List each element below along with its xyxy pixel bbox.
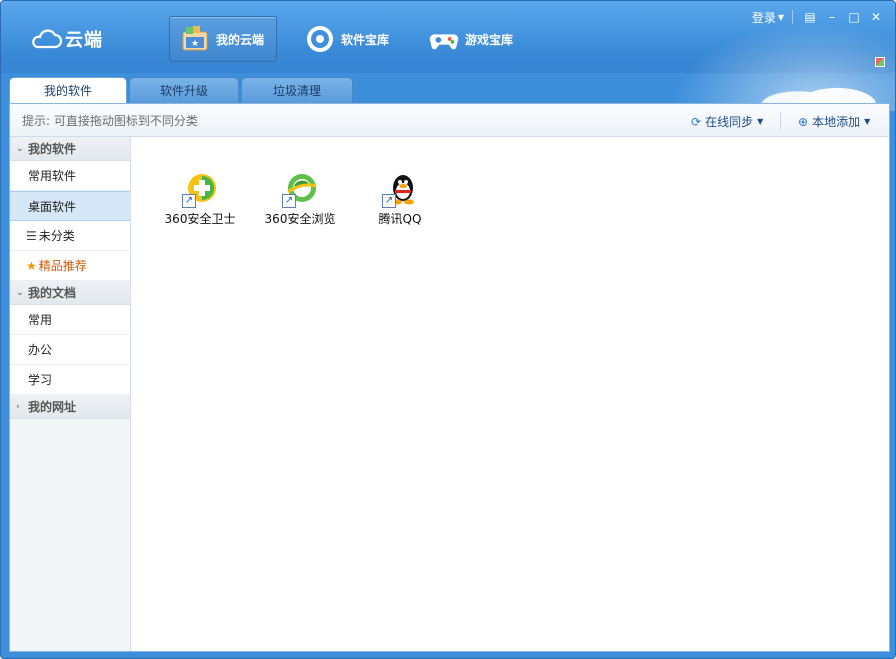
sidebar-item-uncategorized[interactable]: ☰ 未分类: [10, 221, 130, 251]
360-browser-icon: ↗: [282, 172, 318, 208]
app-label: 360安全浏览: [264, 212, 336, 226]
nav-software-library[interactable]: 软件宝库: [295, 16, 401, 62]
toolbar-divider: [780, 112, 781, 130]
app-360-safe[interactable]: ↗ 360安全卫士: [150, 172, 250, 227]
app-label: 360安全卫士: [164, 212, 236, 226]
360-safe-icon: ↗: [182, 172, 218, 208]
menu-icon[interactable]: ▤: [799, 8, 821, 26]
sidebar-item-common-software[interactable]: 常用软件: [10, 161, 130, 191]
login-link[interactable]: 登录: [752, 9, 776, 26]
chevron-down-icon: ⌄: [16, 143, 24, 154]
group-my-software[interactable]: ⌄ 我的软件: [10, 137, 130, 161]
sidebar-item-study[interactable]: 学习: [10, 365, 130, 395]
shortcut-arrow-icon: ↗: [282, 194, 296, 208]
tab-bar: 我的软件 软件升级 垃圾清理: [9, 77, 355, 103]
sidebar-item-common[interactable]: 常用: [10, 305, 130, 335]
local-add-label: 本地添加: [812, 115, 861, 129]
tab-my-software[interactable]: 我的软件: [9, 77, 127, 103]
maximize-icon[interactable]: □: [843, 8, 865, 26]
list-icon: ☰: [26, 228, 37, 243]
app-tencent-qq[interactable]: ↗ 腾讯QQ: [350, 172, 450, 227]
group-my-urls[interactable]: › 我的网址: [10, 395, 130, 419]
app-label: 腾讯QQ: [378, 212, 422, 226]
sidebar-item-label: 未分类: [38, 229, 75, 243]
system-bar: 登录 ▼ ▤ – □ ✕: [752, 7, 887, 27]
group-title: 我的网址: [28, 400, 77, 414]
chevron-down-icon: ▼: [757, 117, 764, 126]
main-nav: ★ 我的云端 软件宝库 游戏宝库: [169, 16, 543, 62]
local-add-button[interactable]: ⊕ 本地添加 ▼: [798, 113, 870, 130]
nav-software-library-label: 软件宝库: [341, 32, 390, 47]
sidebar-item-desktop-software[interactable]: 桌面软件: [10, 191, 130, 221]
software-library-icon: [305, 24, 335, 54]
group-my-documents[interactable]: ⌄ 我的文档: [10, 281, 130, 305]
app-icon-grid: ↗ 360安全卫士 ↗ 360安全浏览 ↗ 腾讯QQ: [150, 172, 450, 227]
my-cloud-icon: ★: [180, 24, 210, 54]
app-360-browser[interactable]: ↗ 360安全浏览: [250, 172, 350, 227]
tab-software-upgrade[interactable]: 软件升级: [129, 77, 239, 103]
skin-icon[interactable]: [875, 57, 885, 67]
chevron-right-icon: ›: [16, 401, 20, 412]
category-sidebar: ⌄ 我的软件 常用软件 桌面软件 ☰ 未分类 ★ 精品推荐 ⌄ 我的文档 常用 …: [10, 137, 131, 651]
minimize-icon[interactable]: –: [821, 8, 843, 26]
sidebar-item-office[interactable]: 办公: [10, 335, 130, 365]
group-title: 我的软件: [28, 142, 77, 156]
chevron-down-icon: ⌄: [16, 287, 24, 298]
gamepad-icon: [429, 24, 459, 54]
login-dropdown-icon[interactable]: ▼: [778, 13, 784, 22]
sidebar-item-featured[interactable]: ★ 精品推荐: [10, 251, 130, 281]
sidebar-item-label: 桌面软件: [28, 199, 77, 214]
header-bar: 云端 ★ 我的云端 软件宝库 游戏宝库 登录 ▼ ▤ – □ ✕: [1, 1, 895, 111]
logo-text: 云端: [65, 30, 103, 51]
online-sync-button[interactable]: ⟳ 在线同步 ▼: [691, 113, 763, 130]
star-icon: ★: [26, 258, 37, 273]
chevron-down-icon: ▼: [864, 117, 871, 126]
nav-game-library-label: 游戏宝库: [465, 32, 514, 47]
content-frame: 提示: 可直接拖动图标到不同分类 ⟳ 在线同步 ▼ ⊕ 本地添加 ▼ ⌄ 我的软…: [9, 103, 890, 652]
svg-text:★: ★: [191, 39, 199, 49]
shortcut-arrow-icon: ↗: [382, 194, 396, 208]
cloud-logo-icon: [32, 29, 63, 49]
group-title: 我的文档: [28, 286, 77, 300]
shortcut-arrow-icon: ↗: [182, 194, 196, 208]
cloud-decoration: [759, 71, 889, 105]
online-sync-label: 在线同步: [705, 115, 754, 129]
sysbar-divider: [792, 10, 793, 24]
hint-bar: 提示: 可直接拖动图标到不同分类 ⟳ 在线同步 ▼ ⊕ 本地添加 ▼: [10, 104, 889, 137]
nav-game-library[interactable]: 游戏宝库: [419, 16, 525, 62]
app-logo: 云端: [29, 25, 103, 53]
sidebar-item-label: 学习: [28, 373, 53, 387]
add-file-icon: ⊕: [798, 114, 809, 129]
qq-penguin-icon: ↗: [382, 172, 418, 208]
close-icon[interactable]: ✕: [865, 8, 887, 26]
tab-junk-cleanup[interactable]: 垃圾清理: [241, 77, 353, 103]
sidebar-item-label: 常用: [28, 313, 53, 327]
sync-icon: ⟳: [691, 114, 702, 129]
nav-my-cloud-label: 我的云端: [216, 32, 265, 47]
app-window: 云端 ★ 我的云端 软件宝库 游戏宝库 登录 ▼ ▤ – □ ✕ 我的软件 软件…: [0, 0, 896, 659]
hint-text: 提示: 可直接拖动图标到不同分类: [22, 113, 198, 128]
sidebar-item-label: 精品推荐: [38, 259, 87, 273]
sidebar-item-label: 办公: [28, 343, 53, 357]
sidebar-item-label: 常用软件: [28, 169, 77, 183]
nav-my-cloud[interactable]: ★ 我的云端: [169, 16, 278, 62]
